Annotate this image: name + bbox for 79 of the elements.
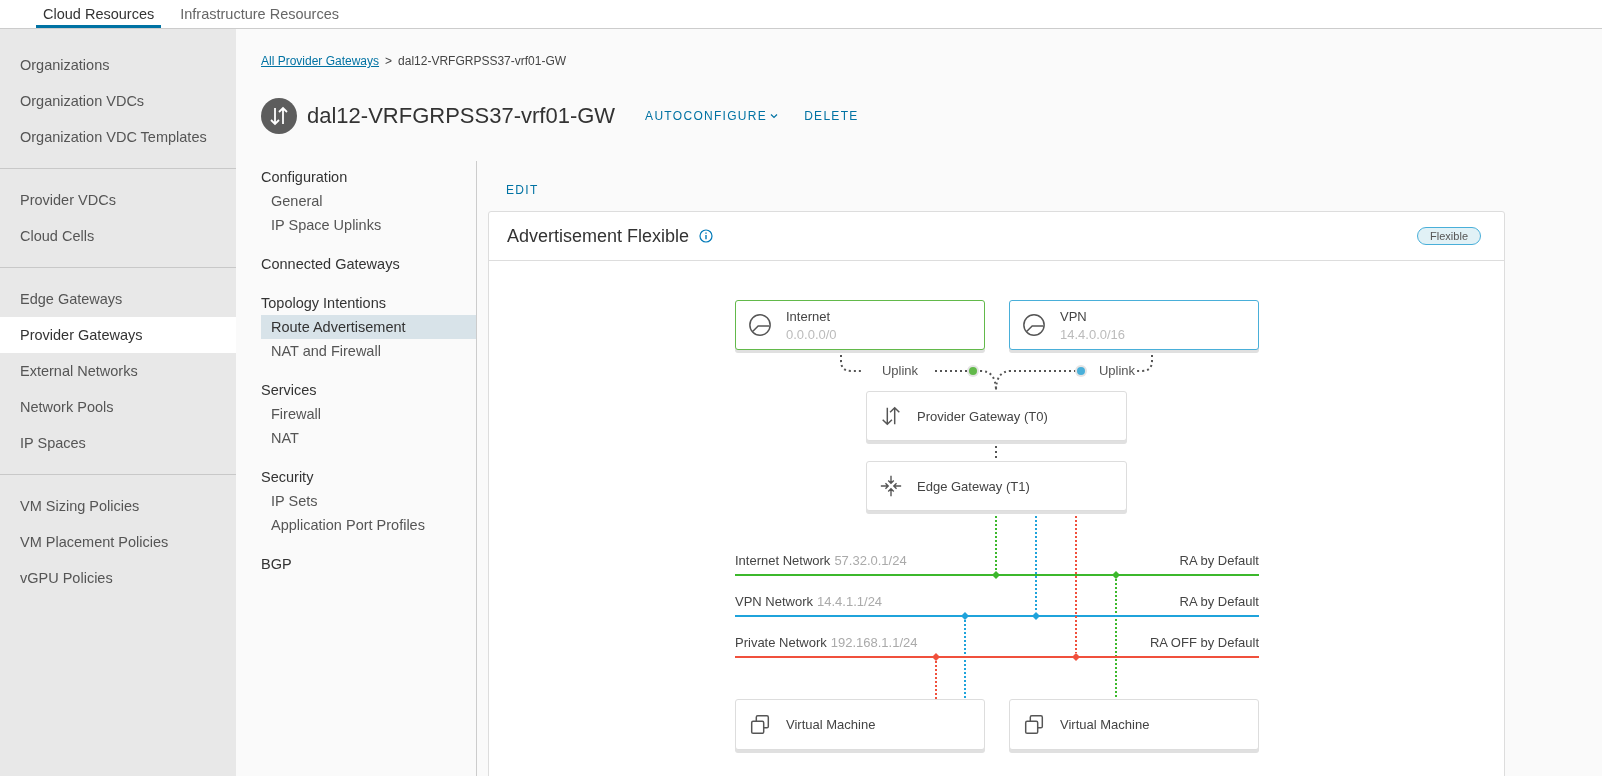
sidebar-item[interactable]: VM Sizing Policies: [0, 488, 236, 524]
section-heading: Security: [261, 468, 315, 487]
network-cidr: 57.32.0.1/24: [834, 553, 907, 568]
subnav-item[interactable]: NAT: [261, 426, 476, 450]
uplink-label: Uplink: [1097, 363, 1137, 378]
breadcrumb-link[interactable]: All Provider Gateways: [261, 54, 380, 68]
node-name: Internet: [786, 308, 832, 324]
ra-status: RA by Default: [1179, 594, 1259, 609]
breadcrumb-current: dal12-VRFGRPSS37-vrf01-GW: [398, 54, 567, 68]
sidebar-item[interactable]: VM Placement Policies: [0, 524, 236, 560]
stacked-windows-icon: [1022, 712, 1046, 737]
subnav-item[interactable]: IP Space Uplinks: [261, 213, 476, 237]
uplink-dot: [1075, 365, 1087, 377]
section-heading: Configuration: [261, 168, 349, 187]
sidebar-item[interactable]: Organization VDCs: [0, 83, 236, 119]
node-name: Virtual Machine: [1060, 717, 1150, 732]
section-heading: BGP: [261, 555, 293, 574]
converging-arrows-icon: [879, 474, 903, 498]
sidebar-item[interactable]: Network Pools: [0, 389, 236, 425]
sidebar-item[interactable]: vGPU Policies: [0, 560, 236, 596]
node-cidr: 0.0.0.0/0: [786, 326, 837, 342]
section-heading: Services: [261, 381, 318, 400]
vm-node[interactable]: Virtual Machine: [1009, 699, 1259, 750]
uplink-label: Uplink: [880, 363, 920, 378]
node-name: Provider Gateway (T0): [917, 408, 1048, 424]
junction-marker: [961, 612, 969, 620]
sidebar-item[interactable]: Organization VDC Templates: [0, 119, 236, 155]
network-name: Internet Network: [735, 553, 831, 568]
section-heading: Topology Intentions: [261, 294, 387, 313]
sidebar-item[interactable]: IP Spaces: [0, 425, 236, 461]
node-name: Virtual Machine: [786, 717, 876, 732]
uplink-node[interactable]: Internet 0.0.0.0/0: [735, 300, 985, 350]
breadcrumb-separator: >: [385, 54, 393, 68]
node-name: VPN: [1060, 308, 1088, 324]
subnav-item[interactable]: NAT and Firewall: [261, 339, 476, 363]
sidebar-item[interactable]: Provider VDCs: [0, 182, 236, 218]
up-down-arrows-icon: [261, 98, 297, 134]
action-button[interactable]: DELETE: [798, 105, 865, 127]
gauge-icon: [748, 313, 772, 337]
stacked-windows-icon: [748, 712, 772, 737]
sidebar-item[interactable]: External Networks: [0, 353, 236, 389]
up-down-arrows-icon: [879, 404, 903, 428]
section-heading: Connected Gateways: [261, 255, 401, 274]
network-cidr: 192.168.1.1/24: [830, 635, 918, 650]
sidebar-item[interactable]: Cloud Cells: [0, 218, 236, 254]
edit-button[interactable]: EDIT: [488, 179, 557, 201]
action-button[interactable]: AUTOCONFIGURE: [639, 105, 785, 127]
junction-marker: [1112, 571, 1120, 579]
sidebar-item[interactable]: Edge Gateways: [0, 281, 236, 317]
info-icon[interactable]: [699, 229, 714, 243]
ra-status: RA by Default: [1179, 553, 1259, 568]
vm-node[interactable]: Virtual Machine: [735, 699, 985, 750]
network-name: VPN Network: [735, 594, 814, 609]
uplink-dot: [967, 365, 979, 377]
connector-line: [935, 660, 937, 700]
gauge-icon: [1022, 313, 1046, 337]
mode-badge: Flexible: [1417, 227, 1481, 245]
nav-tab[interactable]: Infrastructure Resources: [173, 0, 346, 28]
subnav-item[interactable]: Route Advertisement: [261, 315, 476, 339]
gateway-node[interactable]: Edge Gateway (T1): [866, 461, 1127, 511]
node-name: Edge Gateway (T1): [917, 478, 1030, 494]
gateway-node[interactable]: Provider Gateway (T0): [866, 391, 1127, 441]
subnav-item[interactable]: IP Sets: [261, 489, 476, 513]
junction-marker: [932, 653, 940, 661]
network-cidr: 14.4.1.1/24: [817, 594, 883, 609]
ra-status: RA OFF by Default: [1149, 635, 1259, 650]
subnav-item[interactable]: General: [261, 189, 476, 213]
network-name: Private Network: [735, 635, 827, 650]
subnav-item[interactable]: Application Port Profiles: [261, 513, 476, 537]
junction-marker: [1072, 653, 1080, 661]
uplink-node[interactable]: VPN 14.4.0.0/16: [1009, 300, 1259, 350]
page-title: dal12-VRFGRPSS37-vrf01-GW: [307, 103, 616, 129]
sidebar-item[interactable]: Organizations: [0, 47, 236, 83]
node-cidr: 14.4.0.0/16: [1060, 326, 1126, 342]
card-title: Advertisement Flexible: [507, 225, 690, 247]
junction-marker: [992, 571, 1000, 579]
junction-marker: [1032, 612, 1040, 620]
subnav-item[interactable]: Firewall: [261, 402, 476, 426]
sidebar-item[interactable]: Provider Gateways: [0, 317, 236, 353]
